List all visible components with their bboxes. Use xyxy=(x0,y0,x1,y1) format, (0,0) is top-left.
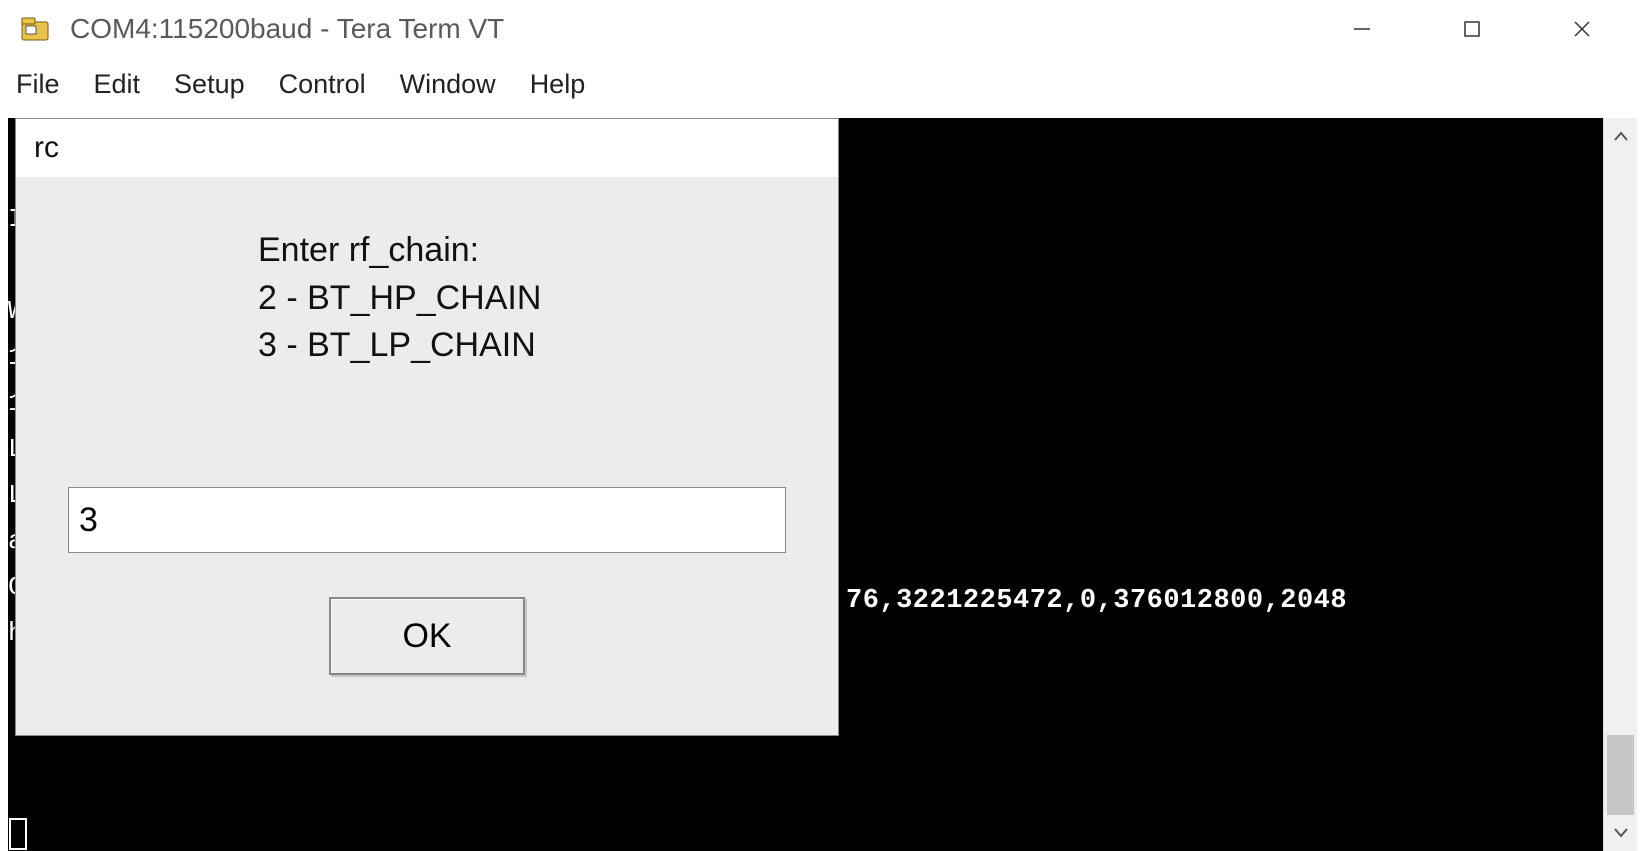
scroll-down-arrow[interactable] xyxy=(1604,815,1637,851)
rf-chain-input[interactable] xyxy=(68,487,786,553)
menubar: File Edit Setup Control Window Help xyxy=(0,58,1645,110)
maximize-icon xyxy=(1463,20,1481,38)
menu-window[interactable]: Window xyxy=(400,69,496,100)
close-button[interactable] xyxy=(1527,5,1637,53)
vertical-scrollbar[interactable] xyxy=(1603,118,1637,851)
menu-edit[interactable]: Edit xyxy=(94,69,141,100)
menu-help[interactable]: Help xyxy=(530,69,586,100)
minimize-button[interactable] xyxy=(1307,5,1417,53)
ok-button[interactable]: OK xyxy=(329,597,525,675)
input-dialog: rc Enter rf_chain: 2 - BT_HP_CHAIN 3 - B… xyxy=(15,118,839,736)
window-title: COM4:115200baud - Tera Term VT xyxy=(70,13,1295,45)
prompt-line-2: 2 - BT_HP_CHAIN xyxy=(258,275,786,323)
terminal-cursor xyxy=(9,818,27,850)
dialog-button-row: OK xyxy=(16,597,838,675)
close-icon xyxy=(1572,19,1592,39)
titlebar: COM4:115200baud - Tera Term VT xyxy=(0,0,1645,58)
dialog-prompt: Enter rf_chain: 2 - BT_HP_CHAIN 3 - BT_L… xyxy=(258,227,786,370)
prompt-line-3: 3 - BT_LP_CHAIN xyxy=(258,322,786,370)
menu-setup[interactable]: Setup xyxy=(174,69,245,100)
client-area: I W 1 1 L L a C h 76,3221225472,0,376012… xyxy=(0,110,1645,851)
terminal-text-fragment: 76,3221225472,0,376012800,2048 xyxy=(846,586,1347,616)
scroll-track[interactable] xyxy=(1604,154,1637,815)
menu-file[interactable]: File xyxy=(16,69,60,100)
dialog-input-row xyxy=(68,487,786,553)
chevron-up-icon xyxy=(1614,131,1628,141)
scroll-up-arrow[interactable] xyxy=(1604,118,1637,154)
prompt-line-1: Enter rf_chain: xyxy=(258,227,786,275)
minimize-icon xyxy=(1352,19,1372,39)
maximize-button[interactable] xyxy=(1417,5,1527,53)
dialog-body: Enter rf_chain: 2 - BT_HP_CHAIN 3 - BT_L… xyxy=(16,177,838,735)
window-controls xyxy=(1307,5,1637,53)
dialog-title: rc xyxy=(16,119,838,177)
chevron-down-icon xyxy=(1614,828,1628,838)
menu-control[interactable]: Control xyxy=(279,69,366,100)
terminal[interactable]: I W 1 1 L L a C h 76,3221225472,0,376012… xyxy=(8,118,1603,851)
app-window: COM4:115200baud - Tera Term VT File Edit… xyxy=(0,0,1645,851)
app-icon xyxy=(20,16,52,42)
scroll-thumb[interactable] xyxy=(1607,735,1634,815)
